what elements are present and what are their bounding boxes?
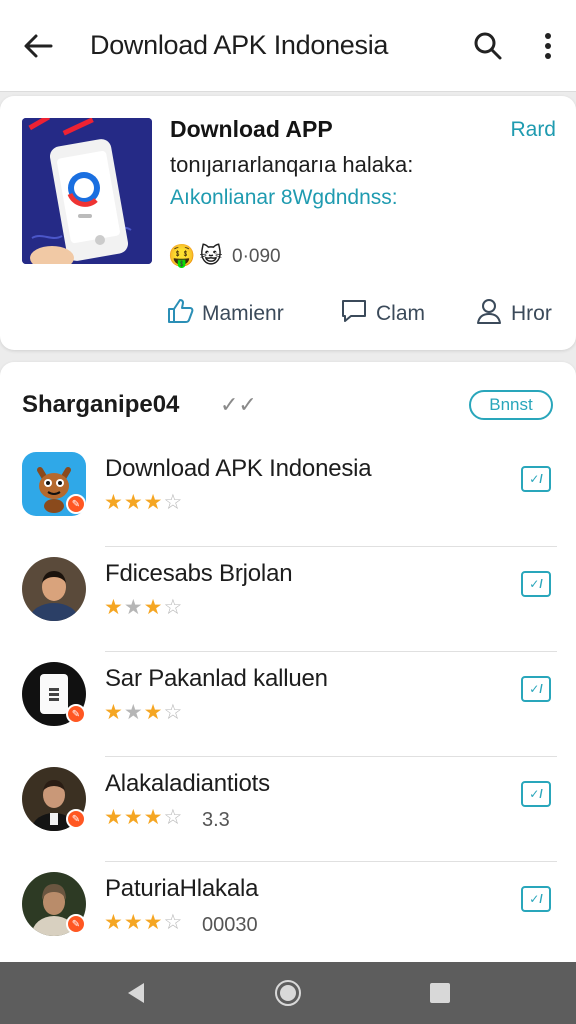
- list-item[interactable]: ✎ Alakaladiantiots ★★★☆ 3.3 ✓/: [0, 757, 576, 862]
- more-vert-icon[interactable]: [532, 28, 564, 64]
- app-bar: Download APK Indonesia: [0, 0, 576, 92]
- like-button[interactable]: Mamienr: [166, 294, 284, 334]
- money-face-emoji: 🤑: [168, 243, 196, 268]
- list-header: Sharganipe04 ✓✓ Bnnst: [0, 362, 576, 442]
- profile-label: Hror: [511, 302, 552, 325]
- app-list: Sharganipe04 ✓✓ Bnnst ✎ Download APK Ind…: [0, 362, 576, 962]
- thumbs-up-icon: [166, 297, 194, 331]
- search-icon[interactable]: [470, 28, 506, 64]
- card-actions: Mamienr Clam Hror: [0, 294, 576, 334]
- badge-icon: ✎: [66, 809, 86, 829]
- list-action-button[interactable]: Bnnst: [469, 390, 553, 420]
- star-rating: ★★★☆: [104, 701, 184, 724]
- item-name: Sar Pakanlad kalluen: [105, 665, 328, 692]
- arrow-back-icon[interactable]: [20, 28, 56, 64]
- list-item[interactable]: ✎ Sar Pakanlad kalluen ★★★☆ ✓/: [0, 652, 576, 757]
- checkbox-icon[interactable]: ✓/: [521, 571, 551, 597]
- reaction-emojis: 🤑 😺: [168, 243, 222, 269]
- item-score: 00030: [202, 914, 258, 936]
- card-link[interactable]: Rard: [510, 118, 556, 142]
- double-check-icon: ✓✓: [220, 392, 257, 417]
- nav-back-icon[interactable]: [119, 976, 153, 1010]
- badge-icon: ✎: [66, 494, 86, 514]
- card-title: Download APP: [170, 116, 333, 142]
- comment-icon: [340, 297, 368, 331]
- item-name: Download APK Indonesia: [105, 455, 372, 482]
- list-item[interactable]: ✎ Download APK Indonesia ★★★☆ ✓/: [0, 442, 576, 547]
- checkbox-icon[interactable]: ✓/: [521, 886, 551, 912]
- list-item[interactable]: ✎ PaturiaHlakala ★★★☆ 00030 ✓/: [0, 862, 576, 967]
- item-name: PaturiaHlakala: [105, 875, 259, 902]
- featured-app-card[interactable]: Download APP tonıȷarıarlanqarıa halaka: …: [0, 96, 576, 350]
- man-portrait: [22, 557, 86, 621]
- user-icon: [475, 297, 503, 331]
- nav-home-icon[interactable]: [271, 976, 305, 1010]
- cat-face-emoji: 😺: [199, 243, 223, 268]
- badge-icon: ✎: [66, 914, 86, 934]
- checkbox-icon[interactable]: ✓/: [521, 676, 551, 702]
- badge-icon: ✎: [66, 704, 86, 724]
- profile-button[interactable]: Hror: [475, 294, 552, 334]
- checkbox-icon[interactable]: ✓/: [521, 466, 551, 492]
- comment-button[interactable]: Clam: [340, 294, 425, 334]
- comment-label: Clam: [376, 302, 426, 325]
- item-score: 3.3: [202, 809, 230, 831]
- like-label: Mamienr: [202, 302, 284, 325]
- checkbox-icon[interactable]: ✓/: [521, 781, 551, 807]
- star-rating: ★★★☆: [104, 491, 184, 514]
- page-title: Download APK Indonesia: [90, 30, 389, 60]
- nav-recents-icon[interactable]: [423, 976, 457, 1010]
- list-title: Sharganipe04: [22, 391, 180, 418]
- card-subtitle: tonıȷarıarlanqarıa halaka:: [170, 152, 414, 177]
- star-rating: ★★★☆: [104, 596, 184, 619]
- item-name: Fdicesabs Brjolan: [105, 560, 293, 587]
- item-name: Alakaladiantiots: [105, 770, 270, 797]
- star-rating: ★★★☆: [104, 806, 184, 829]
- star-rating: ★★★☆: [104, 911, 184, 934]
- list-item[interactable]: Fdicesabs Brjolan ★★★☆ ✓/: [0, 547, 576, 652]
- reaction-count: 0·090: [232, 246, 281, 267]
- system-nav-bar: [0, 962, 576, 1024]
- card-tagline: Aıkonlianar 8Wgdndnss:: [170, 186, 398, 209]
